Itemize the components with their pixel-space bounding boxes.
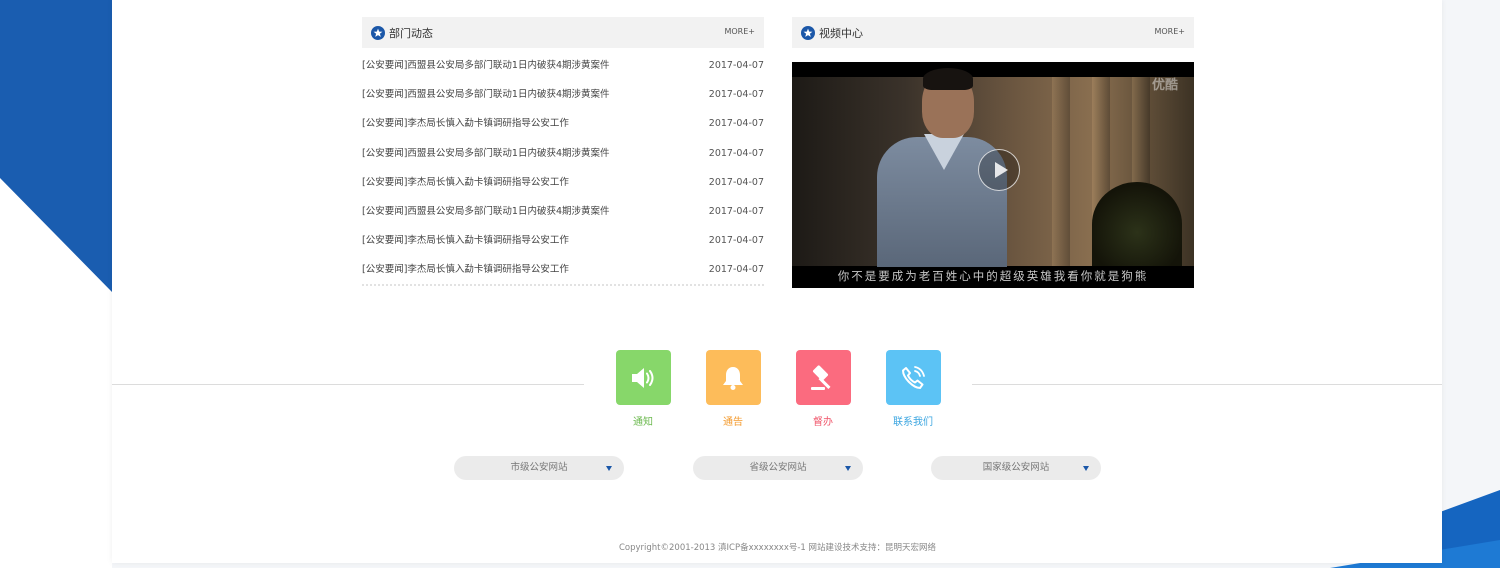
- news-item[interactable]: [公安要闻]李杰局长慎入勐卡镇调研指导公安工作 2017-04-07: [362, 173, 764, 202]
- department-news-panel: 部门动态 MORE+ [公安要闻]西盟县公安局多部门联动1日内破获4期涉黄案件 2…: [362, 17, 764, 290]
- news-item-title[interactable]: [公安要闻]李杰局长慎入勐卡镇调研指导公安工作: [362, 176, 569, 189]
- department-news-more-link[interactable]: MORE+: [724, 27, 755, 36]
- shortcut-supervision-label[interactable]: 督办: [795, 413, 851, 428]
- video-center-panel: 视频中心 MORE+ 优酷 你不是要成为老百姓心中的超级英雄我看你就是狗熊: [792, 17, 1194, 288]
- news-item[interactable]: [公安要闻]西盟县公安局多部门联动1日内破获4期涉黄案件 2017-04-07: [362, 56, 764, 85]
- news-item-title[interactable]: [公安要闻]西盟县公安局多部门联动1日内破获4期涉黄案件: [362, 205, 610, 218]
- department-news-header: 部门动态 MORE+: [362, 17, 764, 48]
- shortcut-announcement-label[interactable]: 通告: [705, 413, 761, 428]
- city-police-site-label: 市级公安网站: [510, 462, 568, 473]
- shortcut-supervision[interactable]: 督办: [795, 350, 851, 428]
- video-frame-figure-hair: [923, 68, 973, 90]
- province-police-site-select[interactable]: 省级公安网站: [693, 456, 863, 480]
- national-police-site-select[interactable]: 国家级公安网站: [931, 456, 1101, 480]
- news-item-title[interactable]: [公安要闻]李杰局长慎入勐卡镇调研指导公安工作: [362, 234, 569, 247]
- video-center-header: 视频中心 MORE+: [792, 17, 1194, 48]
- news-item-date: 2017-04-07: [708, 118, 764, 130]
- video-frame-curtain: [1052, 77, 1070, 266]
- gavel-icon[interactable]: [795, 350, 851, 405]
- news-item[interactable]: [公安要闻]西盟县公安局多部门联动1日内破获4期涉黄案件 2017-04-07: [362, 144, 764, 173]
- dropdown-arrow-icon: [1083, 466, 1089, 471]
- news-item-title[interactable]: [公安要闻]西盟县公安局多部门联动1日内破获4期涉黄案件: [362, 88, 610, 101]
- national-police-site-label: 国家级公安网站: [982, 462, 1050, 473]
- news-item-title[interactable]: [公安要闻]西盟县公安局多部门联动1日内破获4期涉黄案件: [362, 59, 610, 72]
- news-item-title[interactable]: [公安要闻]西盟县公安局多部门联动1日内破获4期涉黄案件: [362, 147, 610, 160]
- video-center-title: 视频中心: [819, 26, 863, 40]
- star-badge-icon: [371, 25, 385, 40]
- news-item-title[interactable]: [公安要闻]李杰局长慎入勐卡镇调研指导公安工作: [362, 117, 569, 130]
- star-badge-icon: [801, 25, 815, 40]
- dropdown-arrow-icon: [845, 466, 851, 471]
- news-item[interactable]: [公安要闻]李杰局长慎入勐卡镇调研指导公安工作 2017-04-07: [362, 114, 764, 143]
- province-police-site-label: 省级公安网站: [749, 462, 807, 473]
- shortcut-notice-label[interactable]: 通知: [615, 413, 671, 428]
- news-item-title[interactable]: [公安要闻]李杰局长慎入勐卡镇调研指导公安工作: [362, 263, 569, 276]
- news-item-date: 2017-04-07: [708, 176, 764, 188]
- news-item[interactable]: [公安要闻]西盟县公安局多部门联动1日内破获4期涉黄案件 2017-04-07: [362, 202, 764, 231]
- shortcut-contact-us-label[interactable]: 联系我们: [885, 413, 941, 428]
- video-center-more-link[interactable]: MORE+: [1154, 27, 1185, 36]
- shortcut-announcement[interactable]: 通告: [705, 350, 761, 428]
- news-item-date: 2017-04-07: [708, 147, 764, 159]
- video-frame-plant: [1092, 182, 1182, 266]
- department-news-title: 部门动态: [389, 26, 433, 40]
- shortcut-contact-us[interactable]: 联系我们: [885, 350, 941, 428]
- video-watermark: 优酷: [1151, 78, 1178, 93]
- city-police-site-select[interactable]: 市级公安网站: [454, 456, 624, 480]
- dropdown-arrow-icon: [606, 466, 612, 471]
- news-item-date: 2017-04-07: [708, 60, 764, 71]
- main-container: 部门动态 MORE+ [公安要闻]西盟县公安局多部门联动1日内破获4期涉黄案件 2…: [112, 0, 1442, 563]
- speaker-icon[interactable]: [615, 350, 671, 405]
- video-player[interactable]: 优酷 你不是要成为老百姓心中的超级英雄我看你就是狗熊: [792, 62, 1194, 288]
- news-item[interactable]: [公安要闻]李杰局长慎入勐卡镇调研指导公安工作 2017-04-07: [362, 231, 764, 260]
- footer-copyright: Copyright©2001-2013 滇ICP备xxxxxxxx号-1 网站建…: [618, 543, 937, 553]
- news-item-date: 2017-04-07: [708, 264, 764, 276]
- play-icon[interactable]: [978, 149, 1020, 191]
- news-item-date: 2017-04-07: [708, 205, 764, 217]
- phone-icon[interactable]: [885, 350, 941, 405]
- news-item-date: 2017-04-07: [708, 89, 764, 101]
- shortcut-divider-right: [972, 384, 1442, 385]
- news-list-dotted-divider: [362, 284, 764, 286]
- news-list: [公安要闻]西盟县公安局多部门联动1日内破获4期涉黄案件 2017-04-07 […: [362, 56, 764, 290]
- news-item[interactable]: [公安要闻]西盟县公安局多部门联动1日内破获4期涉黄案件 2017-04-07: [362, 85, 764, 114]
- video-subtitle: 你不是要成为老百姓心中的超级英雄我看你就是狗熊: [837, 269, 1149, 283]
- shortcut-notice[interactable]: 通知: [615, 350, 671, 428]
- shortcut-divider-left: [112, 384, 584, 385]
- bell-icon[interactable]: [705, 350, 761, 405]
- news-item-date: 2017-04-07: [708, 235, 764, 247]
